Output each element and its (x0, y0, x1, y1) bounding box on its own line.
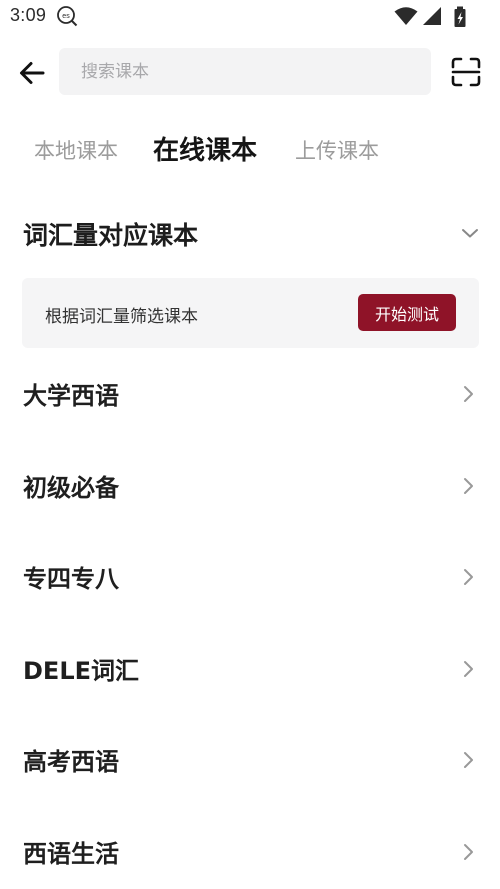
category-label: DELE词汇 (23, 656, 140, 685)
tab-upload-textbooks[interactable]: 上传课本 (295, 135, 379, 165)
back-arrow-icon[interactable] (16, 56, 50, 90)
category-label: 西语生活 (23, 839, 119, 868)
category-item[interactable]: 大学西语 (0, 348, 500, 440)
vocab-section-title: 词汇量对应课本 (23, 221, 199, 250)
vocab-filter-card: 根据词汇量筛选课本 开始测试 (22, 278, 479, 348)
category-list: 大学西语 初级必备 专四专八 DELE词汇 高考西语 西语生活 (0, 348, 500, 889)
category-item[interactable]: 初级必备 (0, 440, 500, 532)
vocab-filter-text: 根据词汇量筛选课本 (45, 307, 198, 327)
chevron-right-icon (464, 660, 473, 677)
category-item[interactable]: DELE词汇 (0, 623, 500, 715)
es-icon: es (57, 6, 78, 27)
tab-local-textbooks[interactable]: 本地课本 (34, 135, 118, 165)
category-item[interactable]: 高考西语 (0, 714, 500, 806)
chevron-right-icon (464, 569, 473, 585)
scan-icon[interactable] (450, 56, 482, 88)
textbook-page: 3:09 es 本地课本 (0, 0, 500, 889)
category-label: 大学西语 (23, 382, 119, 410)
svg-text:es: es (62, 13, 70, 20)
chevron-down-icon[interactable] (459, 225, 481, 241)
status-time: 3:09 (10, 5, 47, 25)
search-box[interactable] (59, 48, 431, 95)
category-label: 高考西语 (23, 748, 119, 776)
start-test-button[interactable]: 开始测试 (358, 294, 456, 331)
tab-bar: 本地课本 在线课本 上传课本 (0, 125, 500, 175)
category-label: 初级必备 (23, 473, 119, 502)
chevron-right-icon (464, 477, 473, 494)
category-item[interactable]: 西语生活 (0, 806, 500, 889)
category-item[interactable]: 专四专八 (0, 531, 500, 623)
chevron-right-icon (464, 386, 473, 402)
cell-signal-icon (423, 7, 441, 25)
status-bar: 3:09 es (0, 0, 500, 34)
chevron-right-icon (464, 843, 473, 860)
wifi-icon (394, 7, 418, 25)
category-label: 专四专八 (23, 565, 119, 593)
tab-online-textbooks[interactable]: 在线课本 (153, 130, 257, 167)
vocab-section-header[interactable]: 词汇量对应课本 (0, 205, 500, 261)
chevron-right-icon (464, 752, 473, 768)
search-input[interactable] (79, 60, 431, 83)
battery-icon (454, 6, 466, 27)
